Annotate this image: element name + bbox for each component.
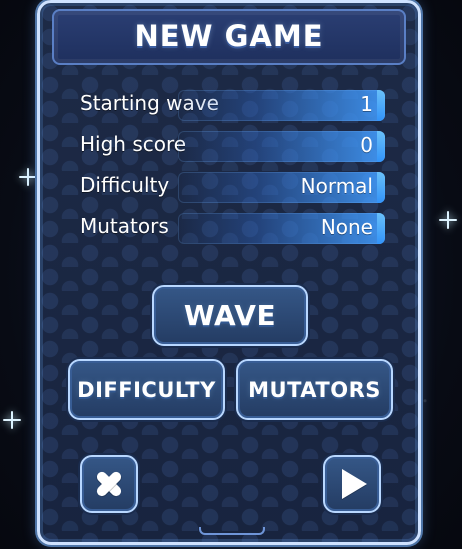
high-score-row: High score 0: [80, 130, 386, 166]
difficulty-bar: Normal: [178, 172, 385, 203]
panel-header: NEW GAME: [52, 9, 406, 65]
mutators-label: Mutators: [80, 214, 169, 238]
mutators-bar: None: [178, 213, 385, 244]
starting-wave-value: 1: [360, 92, 373, 116]
close-button[interactable]: [80, 455, 138, 513]
difficulty-label: Difficulty: [80, 173, 170, 197]
play-icon: [342, 469, 367, 499]
high-score-label: High score: [80, 132, 187, 156]
difficulty-value: Normal: [300, 174, 373, 198]
difficulty-button[interactable]: DIFFICULTY: [68, 359, 225, 420]
new-game-panel: NEW GAME Starting wave 1 High score 0 Di…: [37, 0, 421, 545]
starting-wave-row: Starting wave 1: [80, 89, 386, 125]
close-icon: [92, 467, 126, 501]
play-button[interactable]: [323, 455, 381, 513]
game-stats: Starting wave 1 High score 0 Difficulty …: [80, 89, 386, 253]
mutators-row: Mutators None: [80, 212, 386, 248]
sparkle-icon: [19, 168, 37, 186]
difficulty-row: Difficulty Normal: [80, 171, 386, 207]
sparkle-icon: [3, 411, 21, 429]
high-score-value: 0: [360, 133, 373, 157]
high-score-bar: 0: [178, 131, 385, 162]
mutators-value: None: [320, 215, 373, 239]
starting-wave-bar: 1: [178, 90, 385, 121]
mutators-button[interactable]: MUTATORS: [236, 359, 393, 420]
panel-title: NEW GAME: [134, 19, 324, 53]
panel-bottom-tab: [199, 527, 265, 535]
game-screen: NEW GAME Starting wave 1 High score 0 Di…: [0, 0, 462, 549]
wave-button[interactable]: WAVE: [152, 285, 308, 346]
sparkle-icon: [438, 210, 458, 230]
